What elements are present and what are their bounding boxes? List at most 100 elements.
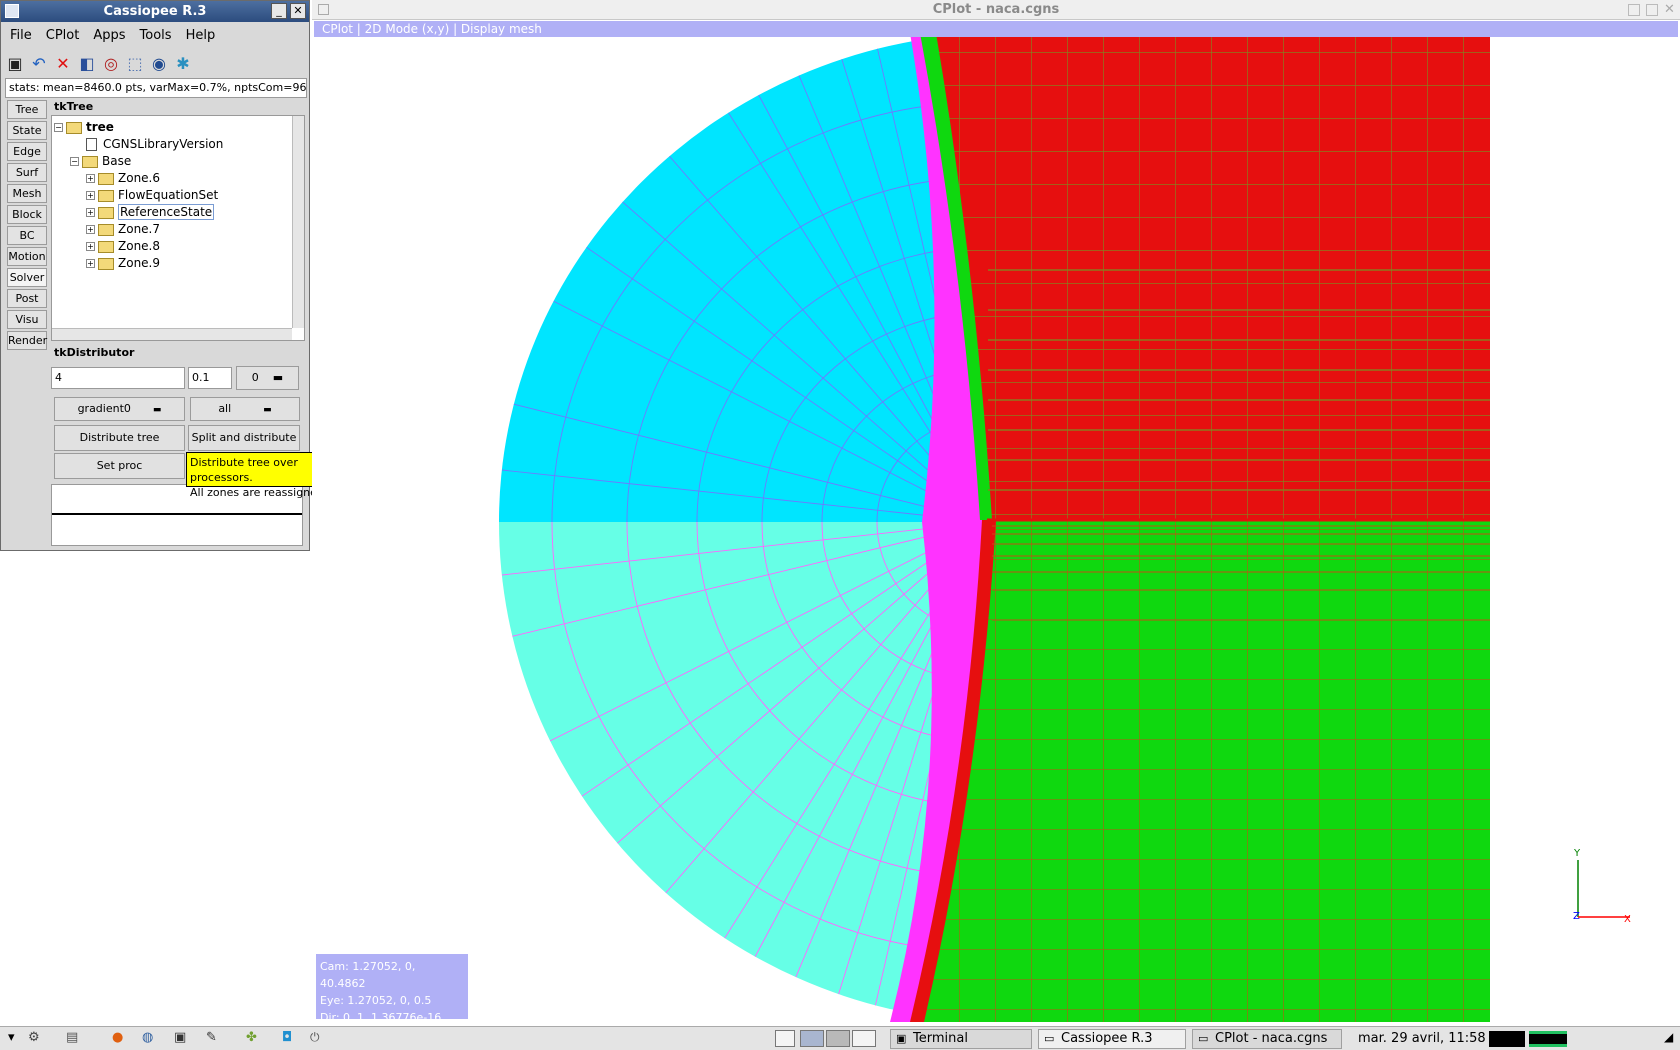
collapse-icon[interactable]: − bbox=[54, 123, 63, 132]
clock[interactable]: mar. 29 avril, 11:58 bbox=[1358, 1031, 1486, 1046]
tab-solver[interactable]: Solver bbox=[7, 268, 47, 287]
tab-post[interactable]: Post bbox=[7, 289, 47, 308]
tree-node-base[interactable]: − Base bbox=[70, 153, 131, 169]
file-manager-icon[interactable]: ▤ bbox=[66, 1030, 78, 1045]
delete-icon[interactable]: ✕ bbox=[52, 53, 74, 75]
workspace-4[interactable] bbox=[852, 1030, 876, 1047]
expand-icon[interactable]: + bbox=[86, 191, 95, 200]
maximize-icon[interactable] bbox=[1646, 4, 1658, 16]
collapse-icon[interactable]: − bbox=[70, 157, 79, 166]
tab-tree[interactable]: Tree bbox=[7, 100, 47, 119]
proc-select[interactable]: 0 ▬ bbox=[236, 366, 299, 390]
cplot-title: CPlot - naca.cgns bbox=[932, 2, 1060, 17]
close-icon[interactable]: ✕ bbox=[1664, 2, 1675, 17]
direction-vector: Dir: 0, 1, 1.36776e-16 bbox=[320, 1011, 442, 1024]
expand-icon[interactable]: + bbox=[86, 174, 95, 183]
copy-icon[interactable]: ◧ bbox=[76, 53, 98, 75]
divider bbox=[52, 513, 302, 515]
algorithm-select[interactable]: gradient0 ▬ bbox=[54, 397, 185, 421]
tab-edge[interactable]: Edge bbox=[7, 142, 47, 161]
tray-arrow-icon[interactable]: ◢ bbox=[1664, 1030, 1673, 1044]
tab-render[interactable]: Render bbox=[7, 331, 47, 350]
expand-icon[interactable]: + bbox=[86, 208, 95, 217]
expand-icon[interactable]: + bbox=[86, 259, 95, 268]
network-icon[interactable]: ◘ bbox=[282, 1030, 292, 1045]
menu-help[interactable]: Help bbox=[179, 23, 223, 49]
tkdistributor-label: tkDistributor bbox=[54, 346, 135, 359]
power-icon[interactable]: ⏻ bbox=[310, 1030, 320, 1045]
set-proc-button[interactable]: Set proc bbox=[54, 453, 185, 479]
terminal-task-icon: ▣ bbox=[896, 1032, 907, 1045]
window-menu-icon[interactable] bbox=[318, 4, 329, 15]
workspace-3[interactable] bbox=[826, 1030, 850, 1047]
toolbar: ▣ ↶ ✕ ◧ ◎ ⬚ ◉ ✱ bbox=[3, 52, 309, 78]
task-cplot[interactable]: CPlot - naca.cgns bbox=[1192, 1029, 1342, 1049]
axis-y-label: Y bbox=[1573, 848, 1581, 859]
menu-tools[interactable]: Tools bbox=[133, 23, 179, 49]
mesh-canvas[interactable]: Y Z X bbox=[312, 20, 1680, 1026]
firefox-icon[interactable]: ● bbox=[112, 1030, 123, 1045]
tktree-label: tkTree bbox=[54, 100, 94, 113]
task-cassiopee[interactable]: Cassiopee R.3 bbox=[1038, 1029, 1186, 1049]
vertical-scrollbar[interactable] bbox=[292, 116, 304, 328]
tree-node-zone7[interactable]: + Zone.7 bbox=[86, 221, 160, 237]
minimize-icon[interactable] bbox=[1628, 4, 1640, 16]
tab-state[interactable]: State bbox=[7, 121, 47, 140]
tree-view[interactable]: − tree CGNSLibraryVersion − Base + Zone.6 +… bbox=[51, 115, 305, 341]
tab-visu[interactable]: Visu bbox=[7, 310, 47, 329]
palm-tree-icon[interactable]: ✱ bbox=[172, 53, 194, 75]
tree-node-zone8[interactable]: + Zone.8 bbox=[86, 238, 160, 254]
cassiopee-title-bar[interactable]: Cassiopee R.3 bbox=[1, 1, 309, 22]
menu-bar: File CPlot Apps Tools Help bbox=[3, 23, 309, 49]
zones-select[interactable]: all ▬ bbox=[190, 397, 300, 421]
expand-icon[interactable]: + bbox=[86, 242, 95, 251]
task-terminal[interactable]: Terminal bbox=[890, 1029, 1032, 1049]
save-icon[interactable]: ▣ bbox=[4, 53, 26, 75]
tree-node-library[interactable]: CGNSLibraryVersion bbox=[86, 136, 223, 152]
cplot-title-bar[interactable]: CPlot - naca.cgns bbox=[312, 0, 1680, 20]
target-icon[interactable]: ◎ bbox=[100, 53, 122, 75]
axis-x-label: X bbox=[1624, 914, 1631, 925]
tree-node-zone6[interactable]: + Zone.6 bbox=[86, 170, 160, 186]
tree-node-root[interactable]: − tree bbox=[54, 119, 114, 135]
dropdown-icon: ▬ bbox=[272, 371, 284, 384]
distribute-tree-button[interactable]: Distribute tree bbox=[54, 425, 185, 451]
cassiopee-title: Cassiopee R.3 bbox=[103, 4, 207, 19]
terminal-icon[interactable]: ▣ bbox=[174, 1030, 186, 1045]
horizontal-scrollbar[interactable] bbox=[52, 328, 292, 340]
undo-icon[interactable]: ↶ bbox=[28, 53, 50, 75]
close-icon[interactable]: ✕ bbox=[290, 3, 306, 19]
mail-icon[interactable]: ◍ bbox=[142, 1030, 153, 1045]
window-menu-icon[interactable] bbox=[5, 4, 19, 18]
nprocs-field[interactable]: 4 bbox=[51, 367, 185, 389]
window-task-icon: ▭ bbox=[1044, 1032, 1055, 1045]
split-and-distribute-button[interactable]: Split and distribute bbox=[188, 425, 300, 451]
tree-node-zone9[interactable]: + Zone.9 bbox=[86, 255, 160, 271]
app-menu-icon[interactable]: ▾ bbox=[8, 1030, 15, 1045]
menu-file[interactable]: File bbox=[3, 23, 39, 49]
cplot-window: CPlot - naca.cgns ✕ Y Z X CPlot | 2D Mod… bbox=[312, 0, 1680, 1026]
workspace-1[interactable] bbox=[775, 1030, 795, 1047]
camera-info: Cam: 1.27052, 0, 40.4862 Eye: 1.27052, 0… bbox=[316, 954, 468, 1024]
tool-icon[interactable]: ✤ bbox=[246, 1030, 257, 1045]
tree-node-referencestate[interactable]: + ReferenceState bbox=[86, 204, 215, 220]
folder-icon bbox=[66, 121, 82, 134]
menu-cplot[interactable]: CPlot bbox=[39, 23, 87, 49]
minimize-icon[interactable]: _ bbox=[271, 3, 287, 19]
tab-mesh[interactable]: Mesh bbox=[7, 184, 47, 203]
tab-motion[interactable]: Motion bbox=[7, 247, 47, 266]
menu-apps[interactable]: Apps bbox=[86, 23, 132, 49]
mesh-lines-green bbox=[912, 520, 1490, 1022]
tab-surf[interactable]: Surf bbox=[7, 163, 47, 182]
tab-bc[interactable]: BC bbox=[7, 226, 47, 245]
editor-icon[interactable]: ✎ bbox=[206, 1030, 217, 1045]
window-task-icon: ▭ bbox=[1198, 1032, 1209, 1045]
tab-block[interactable]: Block bbox=[7, 205, 47, 224]
tree-node-flowequationset[interactable]: + FlowEquationSet bbox=[86, 187, 218, 203]
select-icon[interactable]: ⬚ bbox=[124, 53, 146, 75]
workspace-2[interactable] bbox=[800, 1030, 824, 1047]
settings-icon[interactable]: ⚙ bbox=[28, 1030, 40, 1045]
view-eye-icon[interactable]: ◉ bbox=[148, 53, 170, 75]
comm-ratio-field[interactable]: 0.1 bbox=[188, 367, 232, 389]
expand-icon[interactable]: + bbox=[86, 225, 95, 234]
